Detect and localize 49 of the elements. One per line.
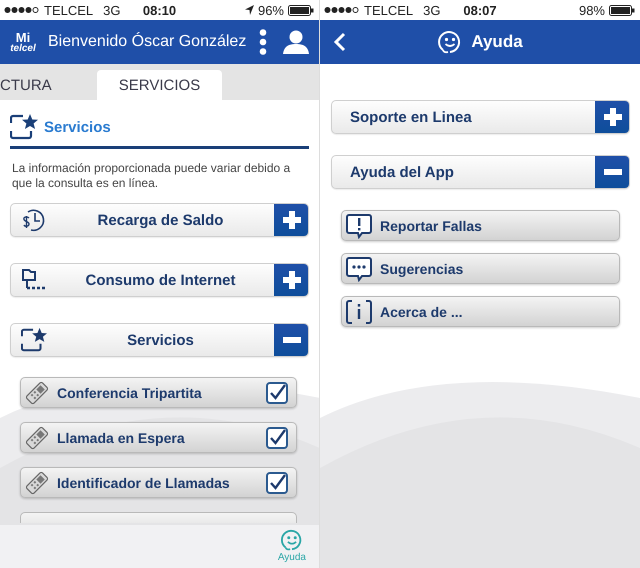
notice-text: La información proporcionada puede variar debido a que la consulta es en línea. xyxy=(12,161,292,191)
location-arrow-icon xyxy=(244,5,254,15)
checkbox[interactable] xyxy=(266,382,288,404)
checkbox[interactable] xyxy=(266,472,288,494)
collapse-icon[interactable] xyxy=(274,324,308,356)
network-type: 3G xyxy=(423,2,440,18)
welcome-title: Bienvenido Óscar González xyxy=(48,33,246,51)
accordion-header[interactable]: Soporte en Linea xyxy=(331,100,630,134)
clock-time: 08:10 xyxy=(142,2,176,18)
help-item[interactable]: Acerca de ... xyxy=(341,296,620,327)
tab[interactable]: SERVICIOS xyxy=(97,70,222,100)
expand-icon[interactable] xyxy=(274,204,308,236)
back-icon[interactable] xyxy=(334,32,346,52)
alert-bubble-icon xyxy=(346,212,372,238)
carrier-name: TELCEL xyxy=(44,2,94,18)
battery-icon xyxy=(609,4,635,16)
accordion-header[interactable]: Servicios xyxy=(10,323,309,357)
clock-coin-icon xyxy=(21,207,47,233)
expand-icon[interactable] xyxy=(274,264,308,296)
help-item[interactable]: Reportar Fallas xyxy=(341,210,620,241)
service-toggle[interactable]: Llamada en Espera xyxy=(20,422,297,453)
collapse-icon[interactable] xyxy=(595,156,629,188)
help-item[interactable]: Sugerencias xyxy=(341,253,620,284)
accordion-header[interactable]: Ayuda del App xyxy=(331,155,630,189)
section-title: Servicios xyxy=(44,118,111,136)
user-icon[interactable] xyxy=(283,30,309,54)
battery-percent: 96% xyxy=(258,2,284,18)
accordion-header[interactable]: Consumo de Internet xyxy=(10,263,309,297)
carrier-name: TELCEL xyxy=(364,2,414,18)
star-window-icon xyxy=(10,114,38,140)
smiley-icon xyxy=(280,528,304,552)
app-logo: Mi telcel xyxy=(9,30,37,54)
network-type: 3G xyxy=(103,2,120,18)
more-options-icon[interactable] xyxy=(259,29,267,55)
expand-icon[interactable] xyxy=(595,101,629,133)
service-toggle[interactable]: Conferencia Tripartita xyxy=(20,377,297,408)
battery-percent: 98% xyxy=(578,2,605,18)
service-toggle[interactable]: Identificador de Llamadas xyxy=(20,467,297,498)
clock-time: 08:07 xyxy=(463,2,497,18)
signal-icon xyxy=(4,6,40,14)
info-icon xyxy=(346,298,372,324)
checkbox[interactable] xyxy=(266,426,288,448)
battery-icon xyxy=(288,4,314,16)
screen-title: Ayuda xyxy=(471,32,523,52)
chat-bubble-icon xyxy=(346,256,372,282)
tab[interactable]: CTURA xyxy=(0,70,90,100)
accordion-header[interactable]: Recarga de Saldo xyxy=(10,203,309,237)
signal-icon xyxy=(324,6,360,14)
star-window-icon xyxy=(21,327,47,353)
